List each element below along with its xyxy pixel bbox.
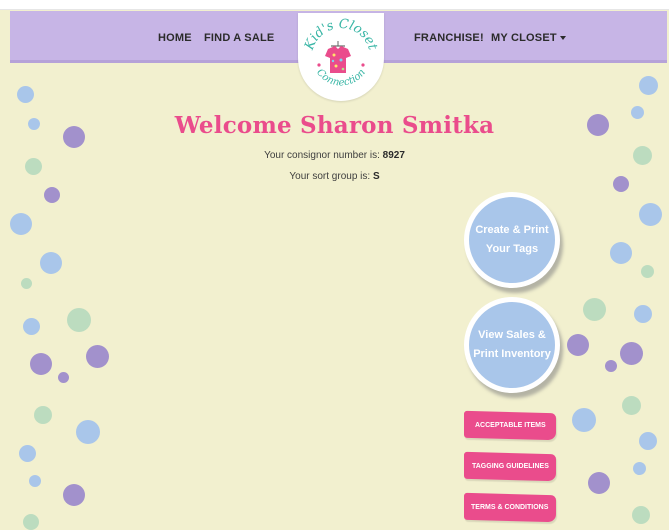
view-sales-label: View Sales & Print Inventory bbox=[459, 326, 565, 364]
nav-find-a-sale-link[interactable]: FIND A SALE bbox=[204, 32, 274, 44]
acceptable-items-label: ACCEPTABLE ITEMS bbox=[474, 422, 546, 429]
sort-group-value: S bbox=[372, 171, 380, 182]
view-sales-line2: Print Inventory bbox=[473, 348, 551, 360]
decor-bubble bbox=[583, 298, 606, 321]
decor-bubble bbox=[610, 242, 632, 264]
consignor-number-line: Your consignor number is: 8927 bbox=[0, 150, 669, 161]
nav-my-closet-dropdown[interactable]: MY CLOSET bbox=[491, 32, 566, 44]
view-sales-line1: View Sales & bbox=[478, 329, 546, 341]
terms-conditions-label: TERMS & CONDITIONS bbox=[471, 503, 549, 511]
decor-bubble bbox=[639, 76, 658, 95]
create-print-tags-label: Create & Print Your Tags bbox=[459, 221, 565, 259]
decor-bubble bbox=[23, 318, 40, 335]
decor-bubble bbox=[639, 203, 662, 226]
decor-bubble bbox=[633, 462, 646, 475]
decor-bubble bbox=[34, 406, 52, 424]
decor-bubble bbox=[605, 360, 617, 372]
decor-bubble bbox=[17, 86, 34, 103]
decor-bubble bbox=[19, 445, 36, 462]
view-sales-print-inventory-button[interactable]: View Sales & Print Inventory bbox=[464, 297, 560, 393]
create-print-tags-line2: Your Tags bbox=[485, 243, 539, 255]
decor-bubble bbox=[63, 484, 85, 506]
tagging-guidelines-button[interactable]: TAGGING GUIDELINES bbox=[464, 451, 556, 482]
decor-bubble bbox=[23, 514, 39, 530]
decor-bubble bbox=[10, 213, 32, 235]
decor-bubble bbox=[634, 305, 652, 323]
create-print-tags-button[interactable]: Create & Print Your Tags bbox=[464, 192, 560, 288]
decor-bubble bbox=[632, 506, 650, 524]
consignor-number-value: 8927 bbox=[382, 150, 405, 161]
nav-home-link[interactable]: HOME bbox=[158, 32, 192, 44]
consignor-number-label: Your consignor number is: bbox=[264, 150, 383, 161]
sort-group-label: Your sort group is: bbox=[289, 171, 373, 182]
decor-bubble bbox=[76, 420, 100, 444]
decor-bubble bbox=[639, 432, 657, 450]
decor-bubble bbox=[588, 472, 610, 494]
acceptable-items-button[interactable]: ACCEPTABLE ITEMS bbox=[464, 410, 556, 441]
decor-bubble bbox=[67, 308, 91, 332]
decor-bubble bbox=[572, 408, 596, 432]
decor-bubble bbox=[58, 372, 69, 383]
nav-my-closet-label: MY CLOSET bbox=[491, 32, 557, 44]
tagging-guidelines-label: TAGGING GUIDELINES bbox=[471, 463, 549, 470]
decor-bubble bbox=[44, 187, 60, 203]
browser-top-strip bbox=[0, 0, 669, 10]
decor-bubble bbox=[86, 345, 109, 368]
decor-bubble bbox=[30, 353, 52, 375]
decor-bubble bbox=[21, 278, 32, 289]
decor-bubble bbox=[567, 334, 589, 356]
decor-bubble bbox=[40, 252, 62, 274]
create-print-tags-line1: Create & Print bbox=[475, 224, 549, 236]
sort-group-line: Your sort group is: S bbox=[0, 171, 669, 182]
top-divider bbox=[0, 9, 669, 10]
caret-down-icon bbox=[559, 36, 566, 41]
terms-conditions-button[interactable]: TERMS & CONDITIONS bbox=[464, 492, 556, 523]
decor-bubble bbox=[622, 396, 641, 415]
decor-bubble bbox=[641, 265, 654, 278]
welcome-heading: Welcome Sharon Smitka bbox=[174, 112, 495, 139]
nav-franchise-link[interactable]: FRANCHISE! bbox=[414, 32, 484, 44]
decor-bubble bbox=[29, 475, 41, 487]
decor-bubble bbox=[620, 342, 643, 365]
